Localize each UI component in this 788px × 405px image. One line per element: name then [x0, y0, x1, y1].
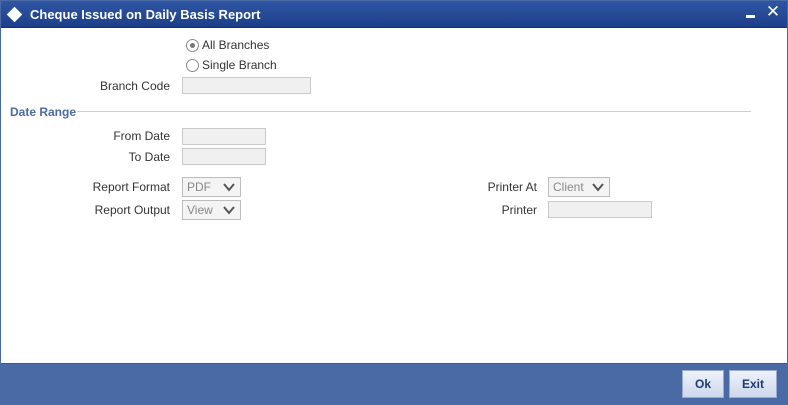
close-icon[interactable]: ✕ — [765, 3, 781, 21]
report-output-value: View — [187, 203, 213, 217]
radio-all-branches[interactable]: All Branches — [186, 38, 269, 52]
branch-code-field[interactable] — [182, 77, 311, 94]
window-title: Cheque Issued on Daily Basis Report — [30, 7, 261, 22]
printer-at-select[interactable]: Client — [548, 177, 610, 197]
report-format-label: Report Format — [92, 180, 170, 194]
to-date-field[interactable] — [182, 148, 266, 165]
radio-single-branch[interactable]: Single Branch — [186, 58, 277, 72]
chevron-down-icon — [592, 183, 604, 192]
radio-all-branches-label: All Branches — [202, 38, 270, 52]
minimize-icon[interactable] — [746, 15, 755, 18]
radio-single-branch-label: Single Branch — [202, 58, 277, 72]
report-window: Cheque Issued on Daily Basis Report ✕ Al… — [0, 0, 788, 405]
radio-single-branch-control[interactable] — [186, 58, 199, 72]
window-diamond-icon — [6, 6, 23, 23]
footer-bar — [1, 363, 787, 404]
printer-at-label: Printer At — [487, 180, 537, 194]
report-output-select[interactable]: View — [182, 200, 241, 220]
printer-label: Printer — [501, 203, 537, 217]
exit-button[interactable]: Exit — [729, 370, 777, 398]
date-range-title: Date Range — [10, 105, 77, 119]
printer-field[interactable] — [548, 201, 652, 218]
report-format-value: PDF — [187, 180, 211, 194]
chevron-down-icon — [223, 183, 235, 192]
report-output-label: Report Output — [94, 203, 170, 217]
chevron-down-icon — [223, 206, 235, 215]
branch-code-label: Branch Code — [99, 79, 170, 93]
ok-button[interactable]: Ok — [682, 370, 724, 398]
printer-at-value: Client — [553, 180, 584, 194]
radio-all-branches-control[interactable] — [186, 38, 199, 52]
from-date-label: From Date — [113, 129, 170, 143]
titlebar: Cheque Issued on Daily Basis Report ✕ — [1, 1, 787, 28]
report-format-select[interactable]: PDF — [182, 177, 241, 197]
from-date-field[interactable] — [182, 128, 266, 145]
section-divider — [77, 111, 751, 112]
to-date-label: To Date — [128, 150, 170, 164]
